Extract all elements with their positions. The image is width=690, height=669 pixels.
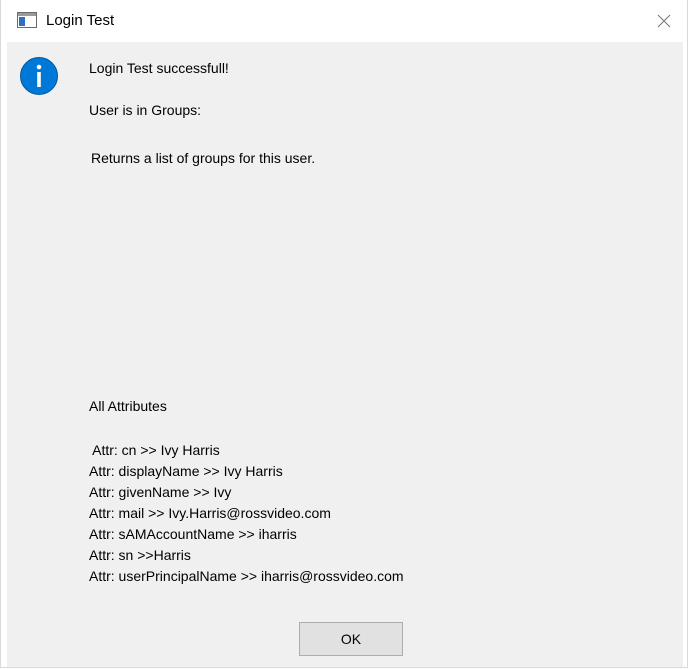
attributes-heading: All Attributes	[89, 398, 167, 414]
attribute-line-cn: Attr: cn >> Ivy Harris	[89, 442, 220, 458]
attribute-line-sn: Attr: sn >>Harris	[89, 547, 191, 563]
login-test-dialog: Login Test Login Test successfull! User …	[0, 0, 688, 668]
window-title: Login Test	[46, 12, 115, 29]
attribute-line-mail: Attr: mail >> Ivy.Harris@rossvideo.com	[89, 505, 331, 521]
groups-label: User is in Groups:	[89, 102, 202, 118]
attributes-list: Attr: cn >> Ivy Harris Attr: displayName…	[89, 440, 404, 587]
dialog-content: Login Test successfull! User is in Group…	[7, 42, 683, 667]
info-icon	[20, 57, 58, 95]
close-button[interactable]	[641, 0, 687, 42]
close-icon	[657, 14, 671, 28]
success-message: Login Test successfull!	[89, 60, 229, 76]
attribute-line-givenname: Attr: givenName >> Ivy	[89, 484, 232, 500]
title-bar[interactable]: Login Test	[1, 0, 687, 42]
attribute-line-userprincipalname: Attr: userPrincipalName >> iharris@rossv…	[89, 568, 404, 584]
attribute-line-samaccountname: Attr: sAMAccountName >> iharris	[89, 526, 297, 542]
groups-list-text: Returns a list of groups for this user.	[91, 150, 316, 166]
attribute-line-displayname: Attr: displayName >> Ivy Harris	[89, 463, 283, 479]
window-app-icon	[17, 12, 37, 28]
ok-button[interactable]: OK	[299, 622, 403, 656]
